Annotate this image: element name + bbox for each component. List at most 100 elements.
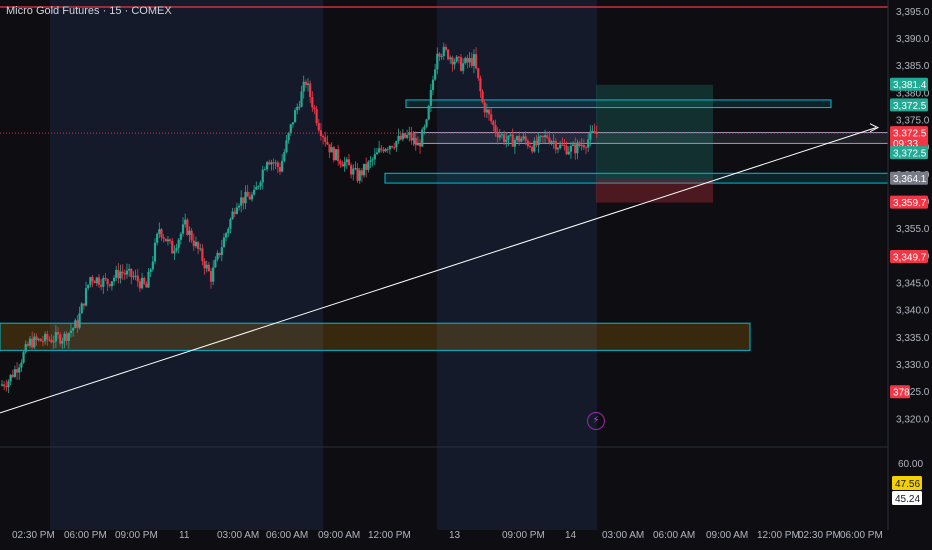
candle-body (395, 141, 398, 148)
candle-body (179, 233, 182, 240)
candle-body (231, 211, 234, 220)
candle-body (130, 268, 133, 277)
candle-body (442, 46, 445, 57)
candle-body (487, 109, 491, 115)
candle-body (425, 119, 428, 127)
candle-body (436, 53, 439, 70)
chart-canvas[interactable]: 3,320.03,325.03,330.03,335.03,340.03,345… (0, 0, 932, 550)
candle-body (509, 134, 512, 136)
candle-body (100, 284, 103, 287)
candle-body (205, 264, 208, 269)
candle-body (263, 169, 267, 171)
candle-body (166, 239, 170, 242)
candle-body (543, 135, 547, 138)
candle-body (567, 151, 570, 155)
lightning-icon[interactable]: ⚡ (587, 412, 605, 430)
time-tick-label: 12:00 PM (368, 530, 411, 541)
candle-body (89, 277, 92, 285)
candle-body (61, 340, 64, 344)
candle-body (291, 122, 295, 125)
candle-body (421, 129, 424, 147)
candle-body (423, 126, 426, 130)
price-tick-label: 3,320.0 (896, 414, 930, 425)
candle-body (255, 186, 258, 190)
candle-body (403, 133, 407, 138)
candle-body (278, 167, 282, 172)
candle-body (128, 268, 131, 271)
candle-body (162, 237, 165, 239)
candle-body (112, 277, 116, 282)
candle-body (235, 207, 238, 214)
candle-body (556, 148, 560, 150)
price-badge-text: 3,349.7 (893, 252, 927, 263)
candle-body (481, 91, 484, 103)
candle-body (518, 136, 521, 142)
candle-body (11, 374, 14, 377)
candle-body (347, 159, 351, 166)
candle-body (511, 134, 514, 147)
candle-body (578, 142, 581, 146)
candle-body (472, 54, 476, 66)
candle-body (498, 135, 501, 138)
price-badge-text: 3,372.5 (893, 149, 927, 160)
time-tick-label: 06:00 PM (64, 530, 107, 541)
candle-body (375, 152, 379, 155)
candle-body (15, 369, 19, 373)
candle-body (87, 284, 90, 289)
candle-body (192, 240, 195, 247)
candle-body (569, 145, 573, 152)
candle-body (535, 140, 538, 146)
candle-body (102, 277, 105, 287)
candle-body (272, 162, 275, 164)
candle-body (490, 114, 493, 122)
candle-body (240, 197, 243, 206)
candle-body (140, 277, 144, 289)
time-tick-label: 06:00 AM (653, 530, 695, 541)
candle-body (324, 137, 327, 142)
candle-body (229, 219, 232, 229)
candle-body (298, 106, 301, 108)
candle-body (106, 278, 109, 285)
candle-body (526, 140, 529, 147)
candle-body (339, 161, 342, 165)
candle-body (386, 149, 389, 151)
candle-body (283, 152, 286, 161)
candle-body (449, 57, 452, 60)
time-tick-label: 06:00 PM (840, 530, 883, 541)
candle-body (304, 81, 307, 86)
candle-body (82, 303, 85, 306)
candle-body (354, 168, 357, 170)
position-tool[interactable] (596, 84, 713, 203)
candle-body (399, 135, 402, 140)
candle-body (95, 277, 98, 284)
candle-body (451, 57, 454, 65)
indicator-badge-text: 47.56 (895, 479, 920, 490)
time-tick-label: 03:00 AM (217, 530, 259, 541)
candle-body (561, 144, 564, 146)
session-band (50, 0, 323, 530)
candle-body (373, 154, 376, 160)
candle-body (427, 105, 430, 120)
candle-body (67, 333, 70, 341)
price-tick-label: 3,375.0 (896, 116, 930, 127)
candle-body (39, 338, 42, 342)
candle-body (268, 162, 271, 165)
candle-body (244, 191, 247, 204)
candle-body (9, 374, 12, 382)
candle-body (330, 147, 333, 153)
candle-body (513, 140, 516, 147)
candle-body (160, 229, 163, 238)
candle-body (218, 252, 221, 256)
candle-body (216, 252, 219, 260)
candle-body (434, 69, 437, 80)
candle-body (84, 288, 88, 306)
candle-body (345, 159, 348, 163)
candle-body (380, 148, 383, 150)
time-tick-label: 09:00 AM (706, 530, 748, 541)
candle-body (0, 384, 4, 386)
candle-body (384, 149, 387, 152)
candle-body (190, 230, 193, 241)
price-badge-text: 3,372.5 (893, 101, 927, 112)
candle-body (72, 328, 75, 331)
candle-body (46, 333, 49, 340)
